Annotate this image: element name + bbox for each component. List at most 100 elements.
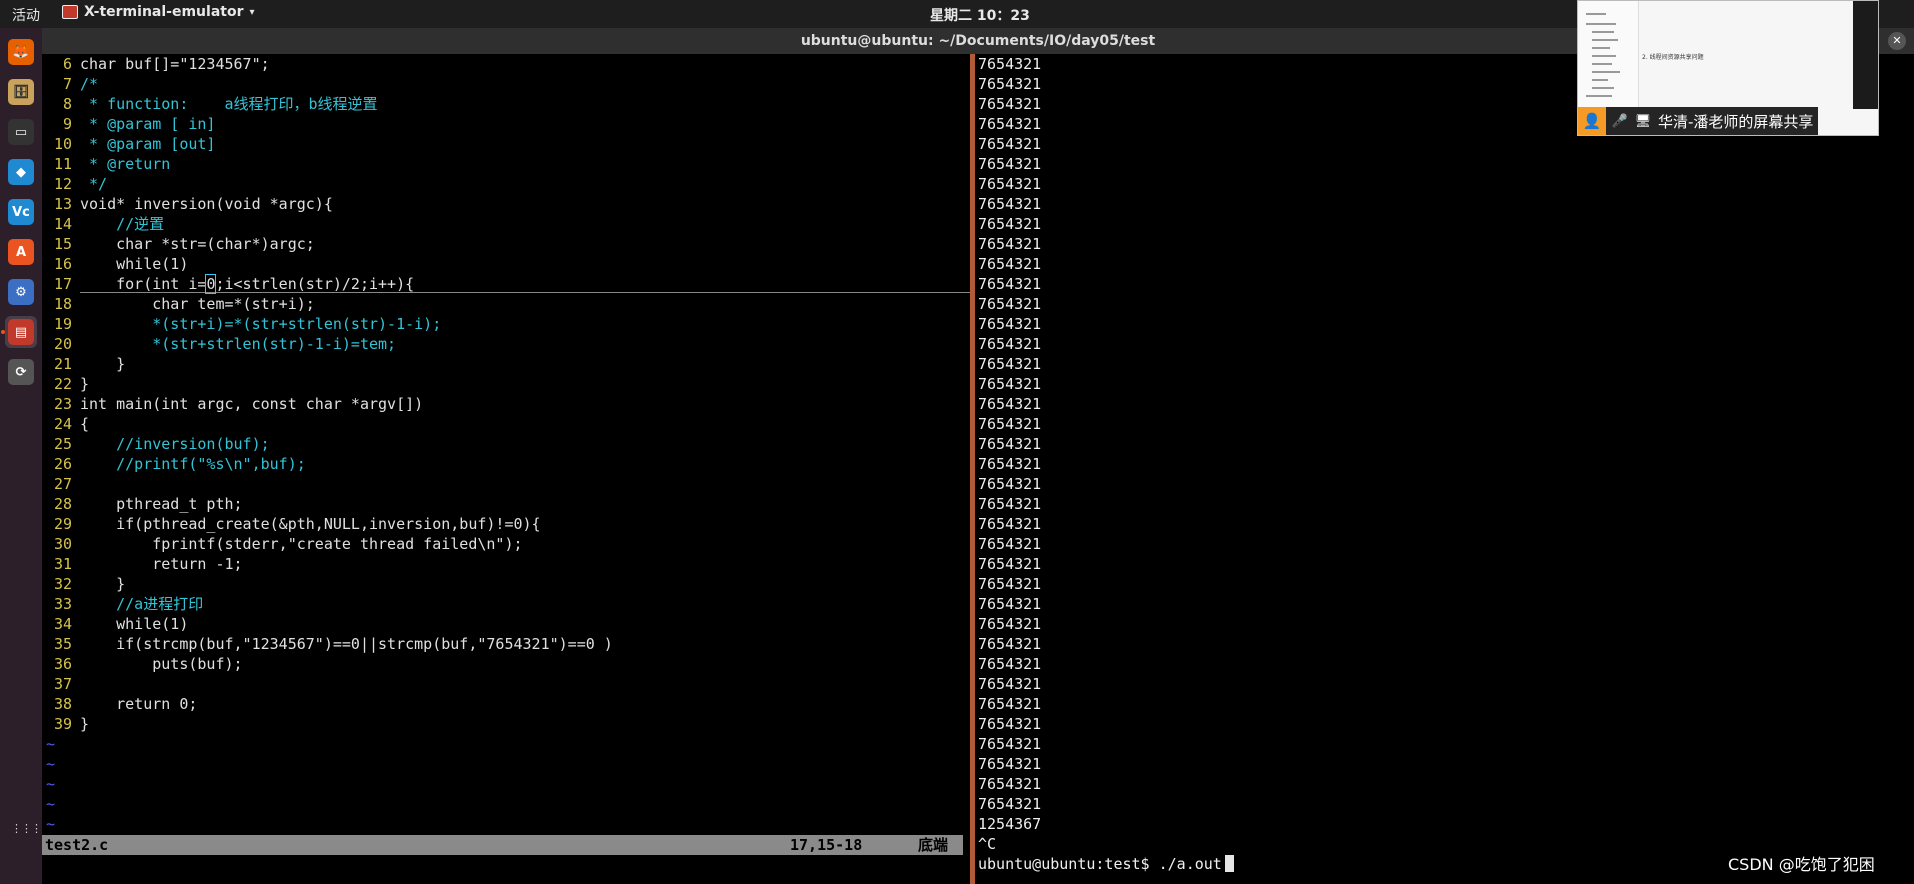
terminal-output-line: 7654321 <box>978 235 1042 253</box>
code-line[interactable]: 25 //inversion(buf); <box>42 434 270 454</box>
x-terminal-icon[interactable]: ▤ <box>5 316 37 348</box>
code-text: return 0; <box>80 695 198 713</box>
vim-editor-pane[interactable]: test2.c 17,15-18 底端 6 char buf[]="1234567… <box>42 54 993 884</box>
code-line[interactable]: 37 <box>42 674 80 694</box>
code-text: if(pthread_create(&pth,NULL,inversion,bu… <box>80 515 541 533</box>
vim-status-filename: test2.c <box>45 836 109 854</box>
code-line[interactable]: 38 return 0; <box>42 694 197 714</box>
code-line[interactable]: 30 fprintf(stderr,"create thread failed\… <box>42 534 523 554</box>
code-text: //printf("%s\n",buf); <box>80 455 306 473</box>
terminal-output-line: 7654321 <box>978 775 1042 793</box>
share-thumbnail-line <box>1592 31 1614 33</box>
share-thumbnail-line <box>1592 71 1620 73</box>
code-line[interactable]: 12 */ <box>42 174 107 194</box>
empty-line-marker: ~ <box>42 774 55 794</box>
terminal-prompt: ubuntu@ubuntu:test$ ./a.out <box>978 855 1222 873</box>
code-line[interactable]: 36 puts(buf); <box>42 654 243 674</box>
screen-share-bar[interactable]: 👤 🎤 🖥 华清-潘老师的屏幕共享 <box>1578 107 1818 135</box>
vc-icon[interactable]: Vc <box>5 196 37 228</box>
app-menu[interactable]: X-terminal-emulator ▾ <box>62 4 255 20</box>
code-line[interactable]: 7 /* <box>42 74 98 94</box>
code-text: return -1; <box>80 555 243 573</box>
line-number: 8 <box>62 95 72 113</box>
terminal-prompt-line[interactable]: ubuntu@ubuntu:test$ ./a.out <box>978 854 1234 874</box>
show-apps-icon[interactable]: ⋮⋮⋮ <box>11 823 42 834</box>
line-number: 18 <box>53 295 72 313</box>
code-line[interactable]: 10 * @param [out] <box>42 134 216 154</box>
code-text: * @param [ in] <box>80 115 216 133</box>
code-line[interactable]: 26 //printf("%s\n",buf); <box>42 454 306 474</box>
code-line[interactable]: 21 } <box>42 354 125 374</box>
code-text: char *str=(char*)argc; <box>80 235 315 253</box>
terminal-icon[interactable]: ▭ <box>5 116 37 148</box>
code-line[interactable]: 28 pthread_t pth; <box>42 494 243 514</box>
code-line[interactable]: 18 char tem=*(str+i); <box>42 294 315 314</box>
close-icon[interactable]: ✕ <box>1888 32 1906 50</box>
code-line[interactable]: 22} <box>42 374 89 394</box>
line-number: 36 <box>53 655 72 673</box>
line-number: 6 <box>62 55 72 73</box>
code-text-segment: ;i<strlen(str)/2;i++){ <box>215 275 415 293</box>
line-number: 20 <box>53 335 72 353</box>
code-line[interactable]: 6 char buf[]="1234567"; <box>42 54 270 74</box>
code-line[interactable]: 19 *(str+i)=*(str+strlen(str)-1-i); <box>42 314 441 334</box>
activities-button[interactable]: 活动 <box>12 5 40 25</box>
tilde-glyph: ~ <box>46 795 56 813</box>
screen-share-preview[interactable]: 2. 线程间资源共享问题 👤 🎤 🖥 华清-潘老师的屏幕共享 <box>1577 0 1879 136</box>
code-line[interactable]: 32 } <box>42 574 125 594</box>
line-number: 19 <box>53 315 72 333</box>
code-line[interactable]: 9 * @param [ in] <box>42 114 216 134</box>
terminal-output-pane[interactable]: 7654321 7654321 7654321 7654321 7654321 76543… <box>975 54 1914 884</box>
terminal-output-line: 7654321 <box>978 755 1042 773</box>
update-icon[interactable]: ⟳ <box>5 356 37 388</box>
code-line[interactable]: 39} <box>42 714 89 734</box>
share-thumbnail-line <box>1592 39 1618 41</box>
vim-status-position: 17,15-18 <box>790 836 863 854</box>
clock[interactable]: 星期二 10：23 <box>930 5 1030 25</box>
code-line[interactable]: 15 char *str=(char*)argc; <box>42 234 315 254</box>
tilde-glyph: ~ <box>46 735 56 753</box>
line-number: 29 <box>53 515 72 533</box>
code-line[interactable]: 13 void* inversion(void *argc){ <box>42 194 333 214</box>
code-text: while(1) <box>80 255 189 273</box>
microphone-icon[interactable]: 🎤 <box>1611 114 1629 129</box>
user-avatar-icon: 👤 <box>1578 107 1606 135</box>
firefox-icon[interactable]: 🦊 <box>5 36 37 68</box>
code-line[interactable]: 34 while(1) <box>42 614 188 634</box>
terminal-app-icon <box>62 5 78 19</box>
line-number: 23 <box>53 395 72 413</box>
vscode-icon[interactable]: ◆ <box>5 156 37 188</box>
vscode-icon-glyph: ◆ <box>8 159 34 185</box>
software-center-icon[interactable]: A <box>5 236 37 268</box>
share-thumbnail-line <box>1586 95 1612 97</box>
share-thumbnail-line <box>1592 47 1610 49</box>
vim-command-line[interactable] <box>42 855 963 875</box>
code-line[interactable]: 8 * function: a线程打印，b线程逆置 <box>42 94 378 114</box>
code-text: //逆置 <box>80 215 165 233</box>
code-text: } <box>80 575 126 593</box>
code-text-segment: for(int i= <box>80 275 207 293</box>
terminal-output-line: 7654321 <box>978 695 1042 713</box>
line-number: 35 <box>53 635 72 653</box>
code-line[interactable]: 20 *(str+strlen(str)-1-i)=tem; <box>42 334 396 354</box>
line-number: 13 <box>53 195 72 213</box>
code-line[interactable]: 31 return -1; <box>42 554 243 574</box>
code-line[interactable]: 27 <box>42 474 80 494</box>
code-line[interactable]: 16 while(1) <box>42 254 188 274</box>
file-manager-icon[interactable]: 🗄 <box>5 76 37 108</box>
code-line[interactable]: 11 * @return <box>42 154 170 174</box>
code-line[interactable]: 33 //a进程打印 <box>42 594 203 614</box>
line-number: 24 <box>53 415 72 433</box>
terminal-output-line: 7654321 <box>978 255 1042 273</box>
share-thumbnail-title: 2. 线程间资源共享问题 <box>1642 54 1704 61</box>
code-line[interactable]: 29 if(pthread_create(&pth,NULL,inversion… <box>42 514 541 534</box>
empty-line-marker: ~ <box>42 814 55 834</box>
code-line[interactable]: 23 int main(int argc, const char *argv[]) <box>42 394 423 414</box>
share-thumbnail-line <box>1592 63 1612 65</box>
code-line[interactable]: 24 { <box>42 414 89 434</box>
code-line[interactable]: 14 //逆置 <box>42 214 164 234</box>
network-tool-icon[interactable]: ⚙ <box>5 276 37 308</box>
line-number: 15 <box>53 235 72 253</box>
code-line[interactable]: 35 if(strcmp(buf,"1234567")==0||strcmp(b… <box>42 634 613 654</box>
code-line[interactable]: 17 for(int i=0;i<strlen(str)/2;i++){ <box>42 274 414 294</box>
